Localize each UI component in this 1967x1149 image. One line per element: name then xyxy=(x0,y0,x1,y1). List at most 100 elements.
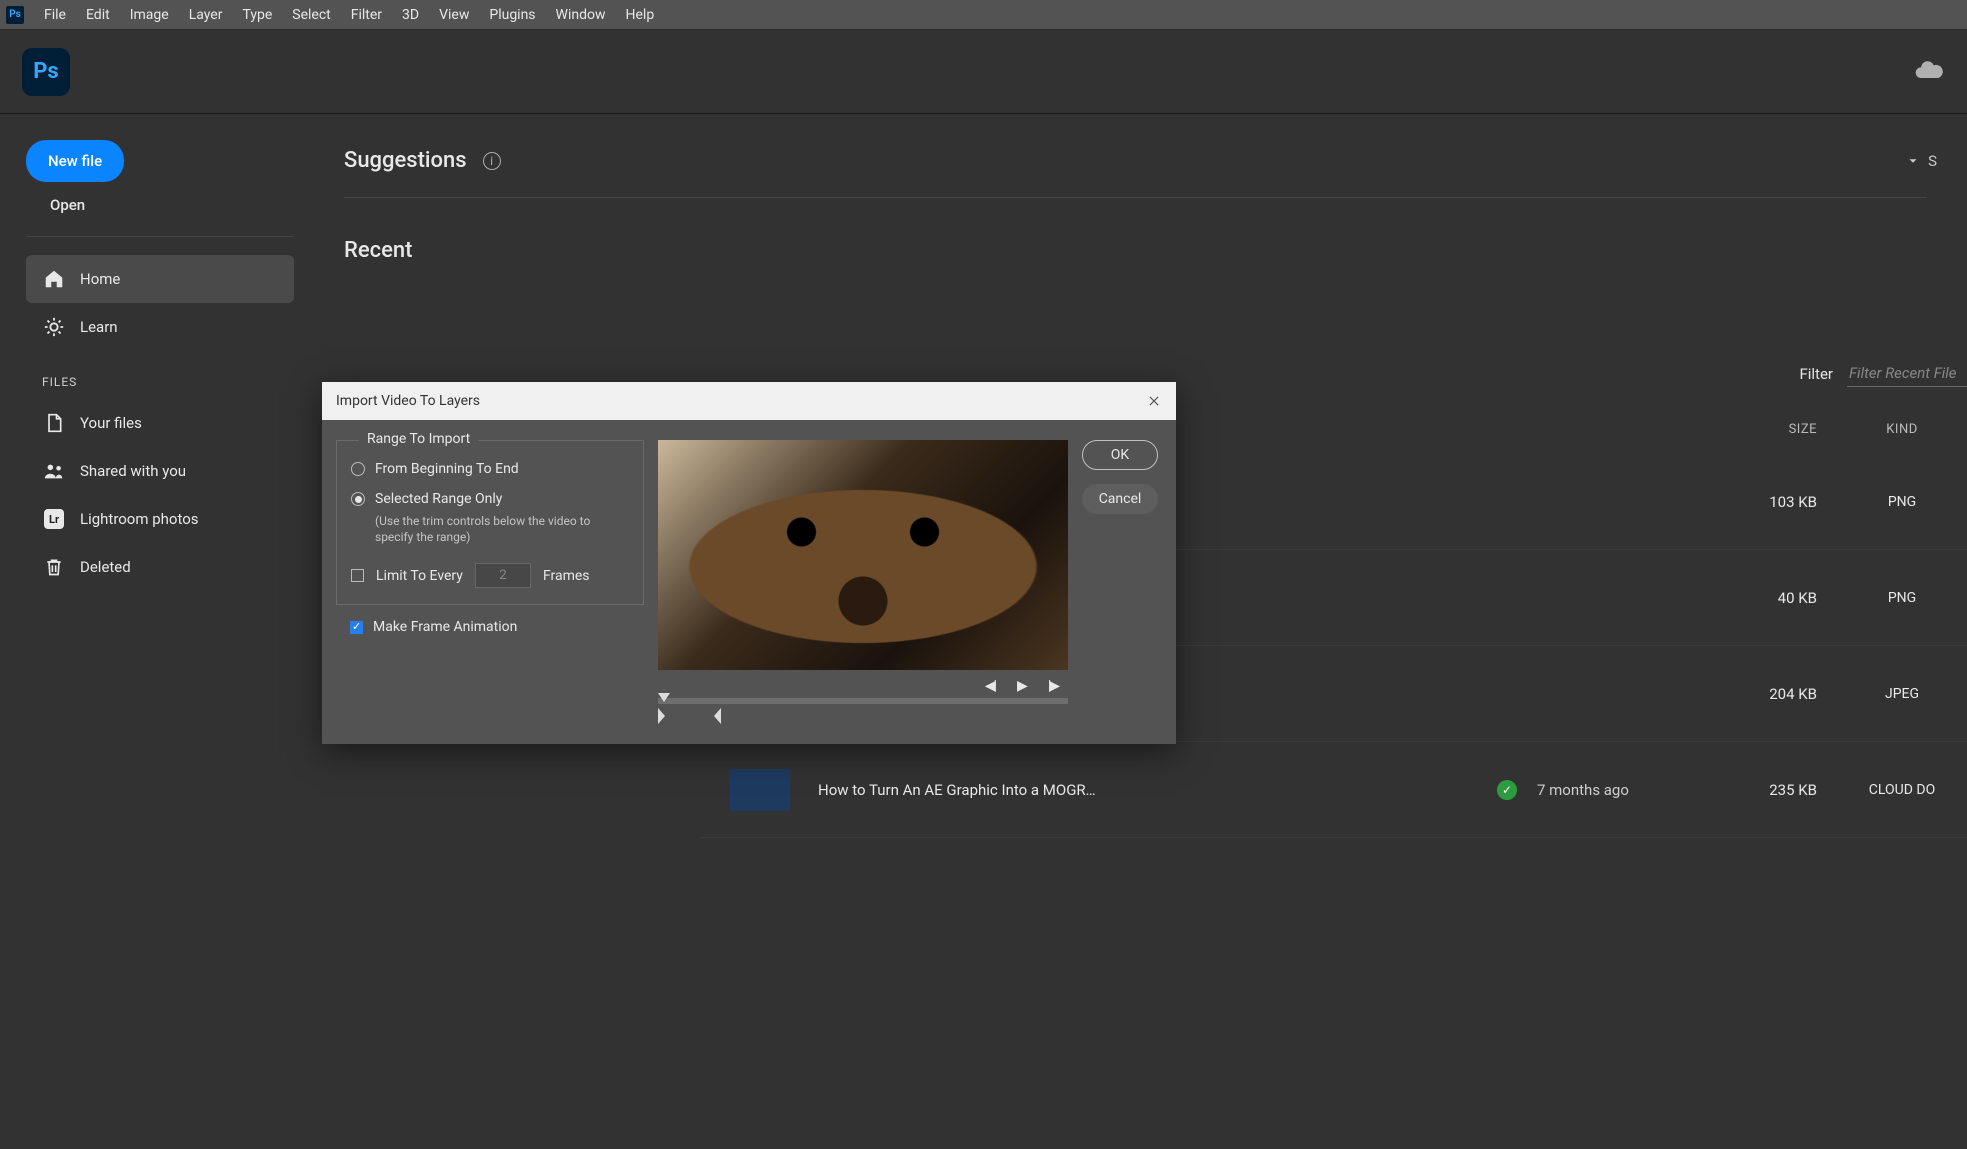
sidebar-item-label: Learn xyxy=(80,318,118,336)
sidebar-item-label: Your files xyxy=(80,414,142,432)
dialog-buttons: OK Cancel xyxy=(1082,440,1158,722)
lightroom-icon: Lr xyxy=(42,507,66,531)
step-back-button[interactable]: ◀| xyxy=(985,678,995,694)
file-size: 235 KB xyxy=(1717,781,1817,799)
trim-in-handle[interactable] xyxy=(658,708,665,724)
menu-filter[interactable]: Filter xyxy=(341,7,392,23)
info-icon[interactable]: i xyxy=(483,152,501,170)
frame-anim-checkbox[interactable] xyxy=(350,621,363,634)
suggestions-toggle-label: S xyxy=(1928,152,1937,170)
radio-label: Selected Range Only xyxy=(375,491,502,507)
make-frame-animation-row[interactable]: Make Frame Animation xyxy=(350,619,644,635)
trim-out-handle[interactable] xyxy=(714,708,721,724)
close-icon[interactable] xyxy=(1146,393,1162,409)
menu-help[interactable]: Help xyxy=(616,7,665,23)
trim-bar[interactable] xyxy=(658,708,1068,722)
limit-label: Limit To Every xyxy=(376,568,463,584)
timeline[interactable] xyxy=(658,698,1068,704)
suggestions-title: Suggestions xyxy=(344,148,467,173)
radio-selected-range[interactable]: Selected Range Only xyxy=(351,491,629,507)
file-name: How to Turn An AE Graphic Into a MOGR… xyxy=(790,781,1497,799)
file-kind: PNG xyxy=(1837,590,1967,606)
file-thumb xyxy=(730,769,790,811)
chevron-down-icon xyxy=(1906,154,1920,168)
sidebar-item-deleted[interactable]: Deleted xyxy=(26,543,294,591)
new-file-button[interactable]: New file xyxy=(26,140,124,182)
preview-column: ◀| ▶ |▶ xyxy=(658,440,1068,722)
menu-type[interactable]: Type xyxy=(232,7,282,23)
menu-select[interactable]: Select xyxy=(282,7,340,23)
dialog-title: Import Video To Layers xyxy=(336,393,480,409)
learn-icon xyxy=(42,315,66,339)
sidebar-item-label: Deleted xyxy=(80,558,131,576)
playhead-icon[interactable] xyxy=(658,693,670,702)
suggestions-toggle[interactable]: S xyxy=(1906,152,1937,170)
app-icon: Ps xyxy=(6,6,24,24)
sidebar: New file Open Home Learn FILES Your file… xyxy=(0,114,310,1149)
sidebar-item-label: Home xyxy=(80,270,120,288)
sidebar-item-shared[interactable]: Shared with you xyxy=(26,447,294,495)
menu-image[interactable]: Image xyxy=(120,7,179,23)
range-legend: Range To Import xyxy=(359,431,478,447)
files-header: FILES xyxy=(26,351,294,399)
menu-edit[interactable]: Edit xyxy=(76,7,120,23)
radio-icon xyxy=(351,492,365,506)
range-to-import-group: Range To Import From Beginning To End Se… xyxy=(336,440,644,605)
sidebar-item-your-files[interactable]: Your files xyxy=(26,399,294,447)
col-kind[interactable]: KIND xyxy=(1837,422,1967,437)
file-size: 204 KB xyxy=(1717,685,1817,703)
menu-file[interactable]: File xyxy=(34,7,76,23)
file-kind: PNG xyxy=(1837,494,1967,510)
sidebar-item-lightroom[interactable]: Lr Lightroom photos xyxy=(26,495,294,543)
filter-label: Filter xyxy=(1799,365,1833,383)
menubar: Ps File Edit Image Layer Type Select Fil… xyxy=(0,0,1967,30)
file-size: 103 KB xyxy=(1717,493,1817,511)
sidebar-item-label: Lightroom photos xyxy=(80,510,199,528)
recent-title: Recent xyxy=(344,238,1967,263)
table-row[interactable]: How to Turn An AE Graphic Into a MOGR… ✓… xyxy=(700,742,1967,838)
file-kind: CLOUD DO xyxy=(1837,782,1967,798)
home-icon xyxy=(42,267,66,291)
menu-window[interactable]: Window xyxy=(546,7,616,23)
ok-button[interactable]: OK xyxy=(1082,440,1158,470)
file-ago: 7 months ago xyxy=(1537,781,1717,799)
menu-layer[interactable]: Layer xyxy=(179,7,233,23)
radio-from-beginning[interactable]: From Beginning To End xyxy=(351,461,629,477)
frames-label: Frames xyxy=(543,568,590,584)
cloud-synced-icon: ✓ xyxy=(1497,780,1517,800)
menu-3d[interactable]: 3D xyxy=(392,7,429,23)
menu-view[interactable]: View xyxy=(429,7,479,23)
divider xyxy=(344,197,1927,198)
limit-input[interactable] xyxy=(475,563,531,588)
sidebar-item-home[interactable]: Home xyxy=(26,255,294,303)
limit-checkbox[interactable] xyxy=(351,569,364,582)
menu-plugins[interactable]: Plugins xyxy=(479,7,545,23)
radio-icon xyxy=(351,462,365,476)
table-header: SIZE KIND xyxy=(1717,422,1967,437)
filter-row: Filter xyxy=(1799,360,1967,387)
file-kind: JPEG xyxy=(1837,686,1967,702)
file-size: 40 KB xyxy=(1717,589,1817,607)
people-icon xyxy=(42,459,66,483)
cancel-button[interactable]: Cancel xyxy=(1082,484,1158,514)
sidebar-item-learn[interactable]: Learn xyxy=(26,303,294,351)
toolbar: Ps xyxy=(0,30,1967,114)
video-preview xyxy=(658,440,1068,670)
cloud-status-icon[interactable] xyxy=(1913,54,1945,90)
trash-icon xyxy=(42,555,66,579)
transport-controls: ◀| ▶ |▶ xyxy=(658,670,1068,696)
range-hint: (Use the trim controls below the video t… xyxy=(351,513,629,545)
sidebar-item-label: Shared with you xyxy=(80,462,186,480)
filter-input[interactable] xyxy=(1847,360,1967,387)
frame-anim-label: Make Frame Animation xyxy=(373,619,517,635)
divider xyxy=(26,236,294,237)
limit-row: Limit To Every Frames xyxy=(351,563,629,588)
import-video-dialog: Import Video To Layers Range To Import F… xyxy=(322,382,1176,744)
open-button[interactable]: Open xyxy=(26,182,294,228)
dialog-titlebar[interactable]: Import Video To Layers xyxy=(322,382,1176,420)
play-button[interactable]: ▶ xyxy=(1017,678,1026,694)
ps-logo: Ps xyxy=(22,48,70,96)
radio-label: From Beginning To End xyxy=(375,461,519,477)
col-size[interactable]: SIZE xyxy=(1717,422,1817,437)
step-forward-button[interactable]: |▶ xyxy=(1048,678,1058,694)
